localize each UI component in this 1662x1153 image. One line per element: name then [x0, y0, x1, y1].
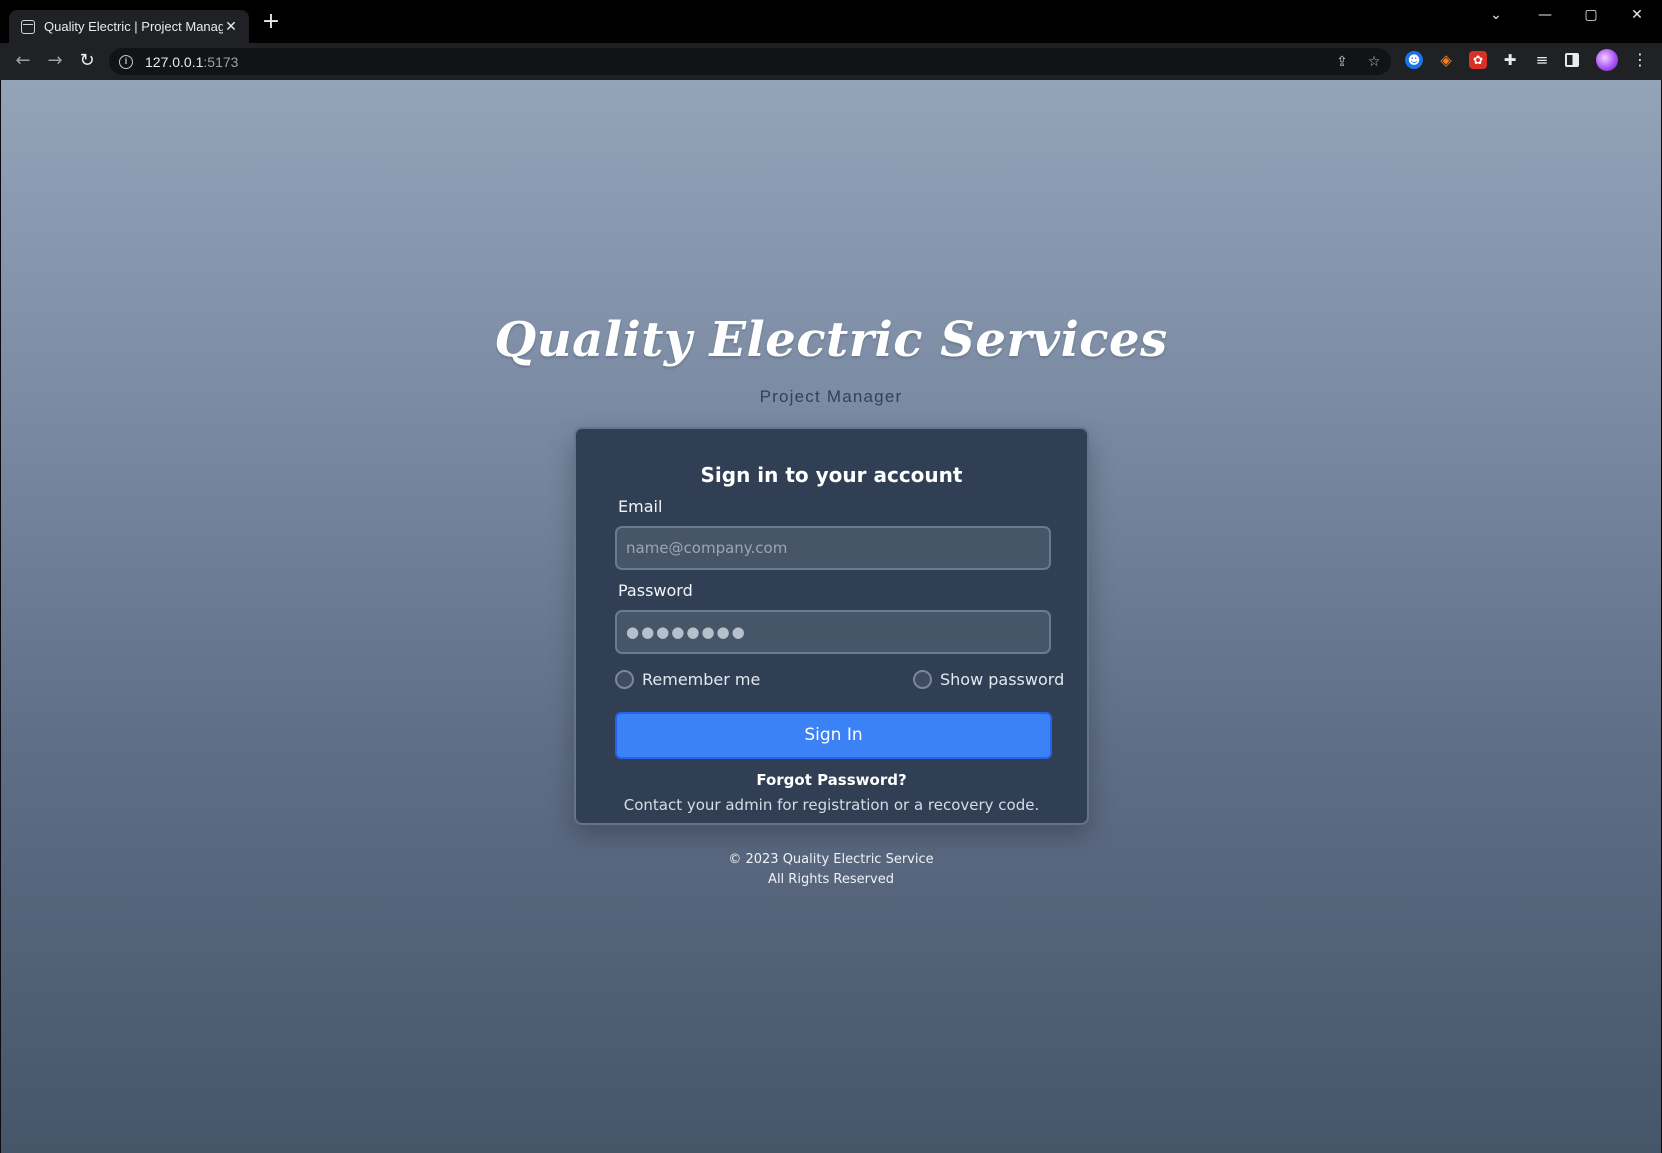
signin-card: Sign in to your account Email Password R… — [574, 427, 1089, 825]
page-subtitle: Project Manager — [759, 387, 903, 406]
extension-ghost-icon[interactable]: ☻ — [1405, 51, 1423, 69]
tab-close-icon[interactable]: ✕ — [223, 19, 239, 35]
url-host: 127.0.0.1 — [145, 53, 204, 70]
remember-me-box[interactable] — [615, 670, 634, 689]
sign-in-button[interactable]: Sign In — [615, 712, 1052, 759]
remember-me-checkbox[interactable]: Remember me — [615, 670, 760, 689]
forward-button[interactable]: → — [44, 50, 66, 72]
star-icon[interactable]: ☆ — [1365, 53, 1383, 71]
extension-diamond-icon[interactable]: ◈ — [1437, 51, 1455, 69]
reload-button[interactable]: ↻ — [76, 50, 98, 72]
email-label: Email — [618, 497, 663, 516]
brand-title: Quality Electric Services — [494, 312, 1168, 368]
contact-admin-text: Contact your admin for registration or a… — [623, 796, 1040, 814]
new-tab-button[interactable]: + — [260, 11, 282, 34]
puzzle-icon[interactable]: ✚ — [1501, 51, 1519, 69]
show-password-label: Show password — [940, 670, 1065, 689]
tab-title: Quality Electric | Project Manager — [44, 19, 223, 34]
footer-rights: All Rights Reserved — [768, 872, 894, 887]
show-password-checkbox[interactable]: Show password — [913, 670, 1064, 689]
browser-tab[interactable]: Quality Electric | Project Manager ✕ — [9, 10, 249, 43]
profile-avatar[interactable] — [1596, 49, 1618, 71]
tab-search-chevron-icon[interactable]: ⌄ — [1476, 4, 1516, 26]
calendar-favicon-icon — [21, 19, 35, 34]
password-label: Password — [618, 581, 693, 600]
signin-heading: Sign in to your account — [700, 463, 963, 487]
url-port: :5173 — [203, 53, 239, 70]
page-background: Quality Electric Services Project Manage… — [1, 80, 1661, 1153]
reading-list-icon[interactable]: ≡ — [1533, 51, 1551, 69]
maximize-button[interactable]: ▢ — [1571, 4, 1611, 26]
show-password-box[interactable] — [913, 670, 932, 689]
forgot-password-link[interactable]: Forgot Password? — [576, 771, 1087, 789]
url-text[interactable]: 127.0.0.1:5173 — [145, 54, 238, 70]
more-menu-icon[interactable]: ⋮ — [1631, 51, 1649, 69]
close-window-button[interactable]: ✕ — [1617, 4, 1657, 26]
extension-red-icon[interactable]: ✿ — [1469, 51, 1487, 69]
footer-copyright: © 2023 Quality Electric Service — [728, 852, 934, 867]
share-icon[interactable]: ⇪ — [1333, 53, 1351, 71]
password-field[interactable] — [615, 610, 1051, 654]
email-field[interactable] — [615, 526, 1051, 570]
site-info-icon[interactable]: i — [119, 54, 133, 69]
minimize-button[interactable]: — — [1525, 4, 1565, 26]
remember-me-label: Remember me — [642, 670, 761, 689]
address-bar[interactable]: i 127.0.0.1:5173 ⇪ ☆ — [109, 48, 1391, 75]
back-button[interactable]: ← — [12, 50, 34, 72]
side-panel-icon[interactable] — [1565, 53, 1579, 67]
browser-titlebar: Quality Electric | Project Manager ✕ + ⌄… — [0, 0, 1662, 43]
